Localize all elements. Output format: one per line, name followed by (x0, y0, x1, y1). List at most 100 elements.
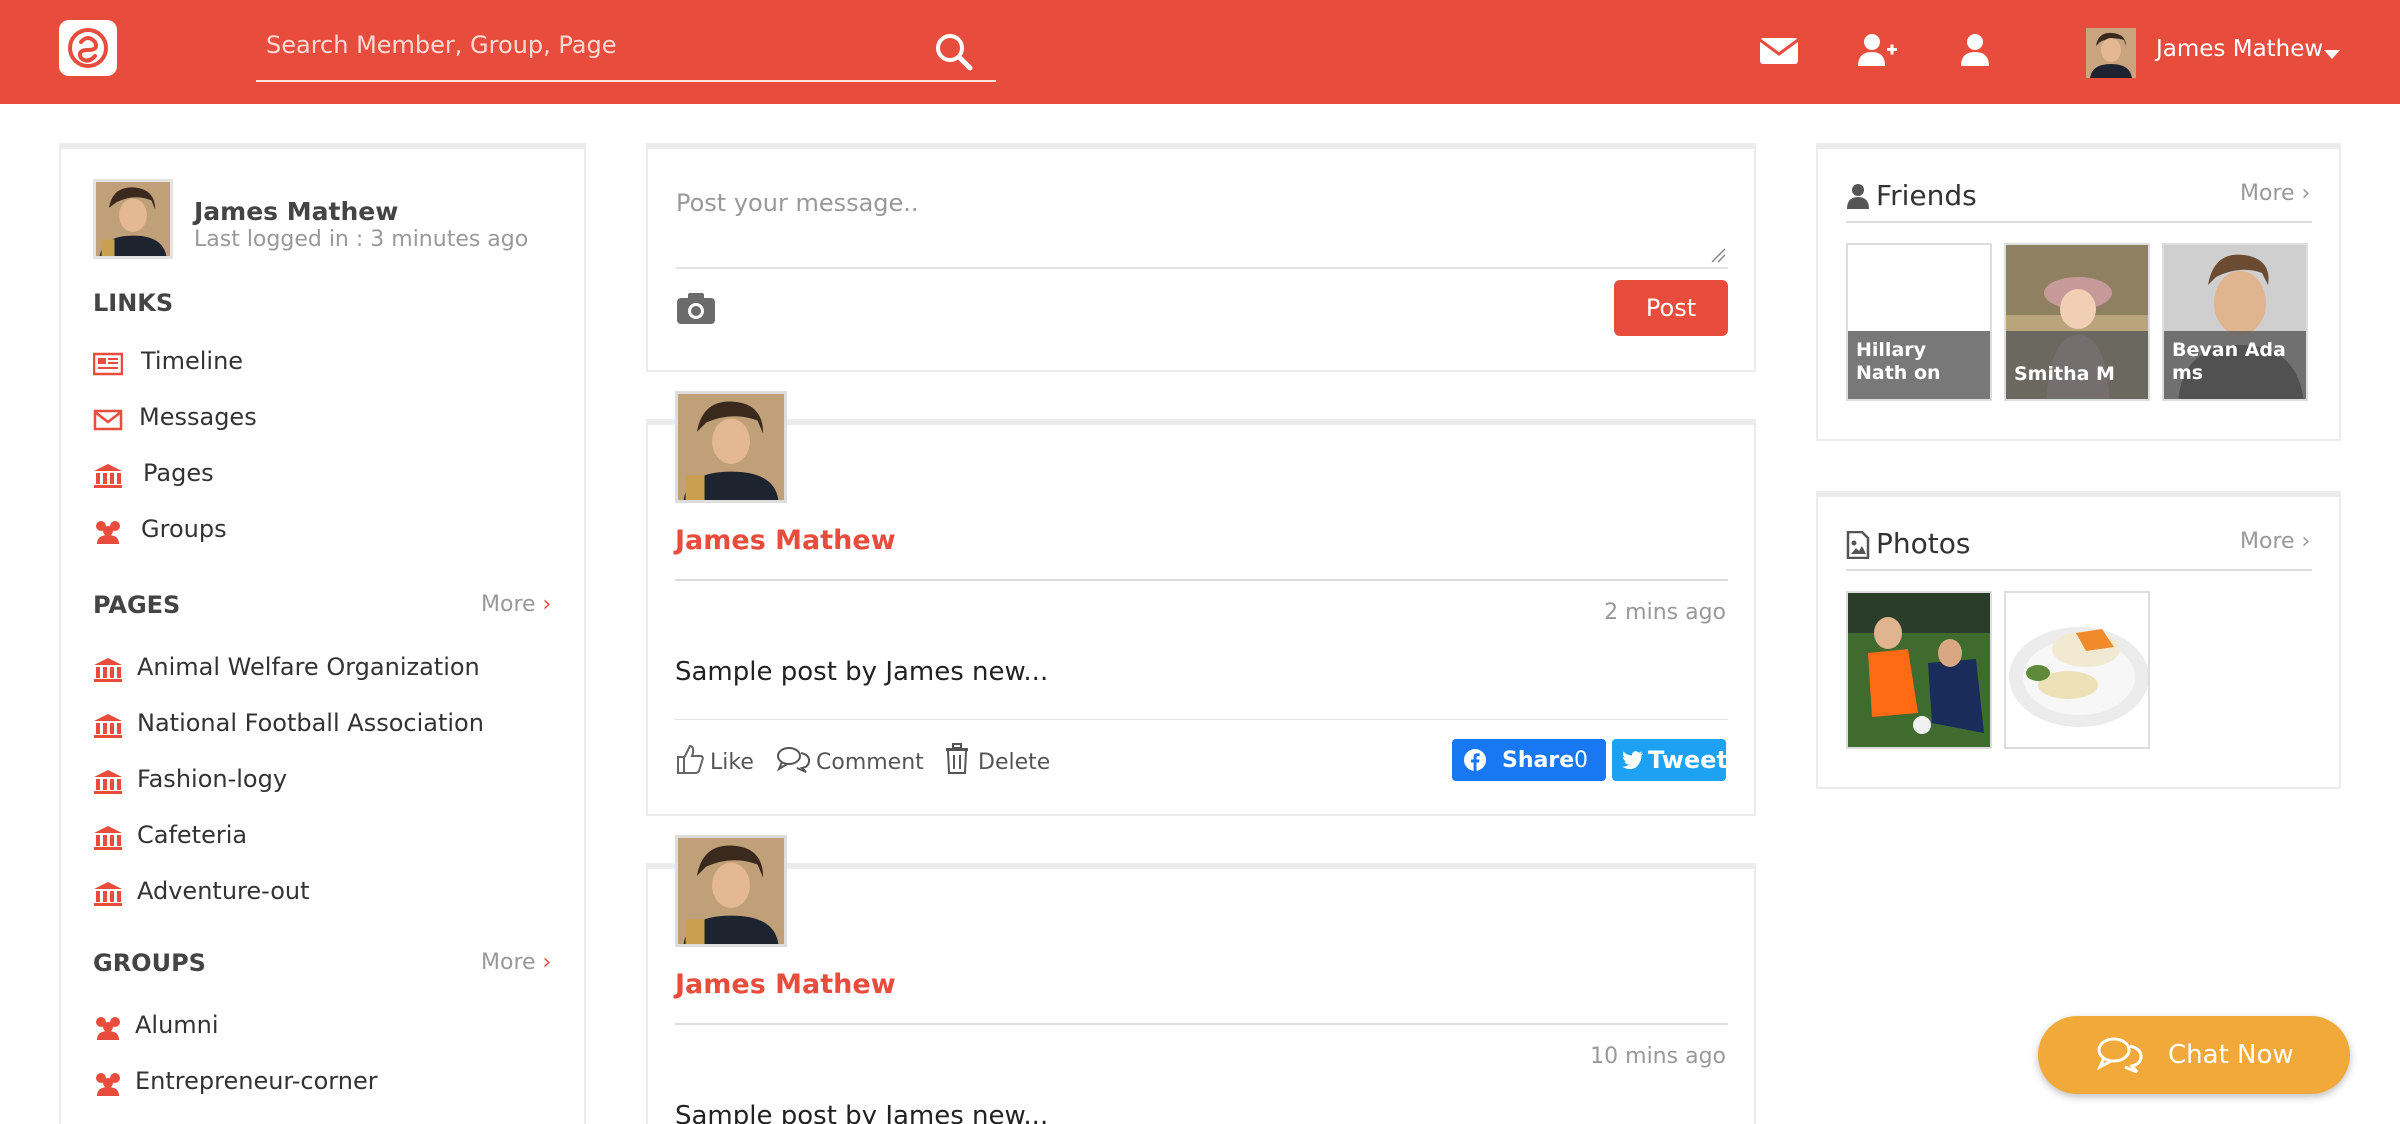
bank-icon (94, 714, 122, 738)
sidebar-item-label: Timeline (141, 347, 244, 375)
post-card: James Mathew 10 mins ago Sample post by … (646, 835, 1756, 1124)
bank-icon (94, 770, 122, 794)
photos-heading: Photos (1876, 527, 1971, 560)
photo-image (2006, 593, 2148, 747)
envelope-icon (93, 409, 123, 431)
profile-name[interactable]: James Mathew (194, 197, 398, 226)
photo-image (1848, 593, 1990, 747)
friends-more-link[interactable]: More › (2240, 181, 2310, 206)
profile-icon[interactable] (1952, 30, 1998, 70)
comment-label: Comment (816, 750, 924, 775)
profile-avatar[interactable] (93, 179, 173, 259)
bank-icon (94, 882, 122, 906)
delete-label: Delete (978, 750, 1051, 775)
chevron-down-icon[interactable] (2324, 50, 2340, 59)
tweet-label: Tweet (1648, 746, 1728, 774)
friends-heading: Friends (1876, 179, 1977, 212)
page-item-label: Adventure-out (137, 877, 310, 905)
sidebar-item-label: Groups (141, 515, 227, 543)
post-timestamp: 10 mins ago (1590, 1044, 1726, 1069)
friend-name: Bevan Ada ms (2164, 331, 2306, 399)
friend-name: Hillary Nath on (1848, 331, 1990, 399)
photo-thumb[interactable] (1846, 591, 1992, 749)
friend-name: Smitha M (2006, 331, 2148, 399)
post-card: James Mathew 2 mins ago Sample post by J… (646, 391, 1756, 816)
user-icon (1847, 184, 1869, 209)
like-button[interactable]: Like (675, 743, 755, 779)
comments-icon (776, 747, 811, 773)
chat-now-button[interactable]: Chat Now (2038, 1016, 2350, 1094)
post-author-name[interactable]: James Mathew (675, 969, 896, 1000)
page-item-label: Fashion-logy (137, 765, 288, 793)
message-textarea[interactable]: Post your message.. (676, 189, 1728, 269)
logo-icon (68, 28, 108, 68)
app-logo[interactable] (59, 20, 117, 76)
top-navbar: Search Member, Group, Page James Mathew (0, 0, 2400, 104)
chat-now-label: Chat Now (2168, 1040, 2294, 1070)
comment-button[interactable]: Comment (776, 743, 926, 779)
post-body: Sample post by James new... (675, 657, 1049, 687)
post-divider (675, 719, 1728, 720)
page-item-label: Animal Welfare Organization (137, 653, 480, 681)
pages-more-link[interactable]: More › (481, 592, 551, 617)
groups-heading: GROUPS (93, 949, 206, 977)
post-composer: Post your message.. Post (646, 143, 1756, 372)
image-file-icon (1846, 531, 1870, 559)
users-icon (96, 521, 120, 544)
camera-icon[interactable] (676, 291, 716, 325)
search-icon[interactable] (932, 30, 976, 74)
friends-widget: Friends More › Hillary Nath on Smitha M … (1816, 143, 2341, 441)
post-body: Sample post by James new... (675, 1101, 1049, 1124)
facebook-icon (1464, 749, 1486, 771)
sidebar-item-label: Pages (143, 459, 214, 487)
users-icon (96, 1073, 120, 1096)
delete-button[interactable]: Delete (944, 743, 1054, 779)
message-placeholder: Post your message.. (676, 189, 919, 217)
links-heading: LINKS (93, 289, 174, 317)
friend-thumb[interactable]: Hillary Nath on (1846, 243, 1992, 401)
search-placeholder: Search Member, Group, Page (266, 31, 617, 59)
post-timestamp: 2 mins ago (1604, 600, 1726, 625)
users-icon (96, 1017, 120, 1040)
share-label: Share (1502, 748, 1575, 773)
user-menu-name[interactable]: James Mathew (2156, 36, 2323, 62)
search-input[interactable]: Search Member, Group, Page (256, 22, 996, 82)
add-friend-icon[interactable] (1854, 30, 1900, 70)
groups-more-link[interactable]: More › (481, 950, 551, 975)
newspaper-icon (93, 352, 123, 376)
post-author-avatar[interactable] (675, 835, 787, 947)
left-sidebar: James Mathew Last logged in : 3 minutes … (59, 143, 586, 1124)
sidebar-item-label: Messages (139, 403, 257, 431)
facebook-share-button[interactable]: Share 0 (1452, 739, 1606, 781)
post-divider (675, 579, 1728, 581)
bank-icon (94, 826, 122, 850)
photos-widget: Photos More › (1816, 491, 2341, 789)
page-item-label: National Football Association (137, 709, 484, 737)
post-divider (675, 1023, 1728, 1025)
friend-thumb[interactable]: Bevan Ada ms (2162, 243, 2308, 401)
photo-thumb[interactable] (2004, 591, 2150, 749)
pages-heading: PAGES (93, 591, 181, 619)
bank-icon (94, 464, 122, 488)
group-item-label: Entrepreneur-corner (135, 1067, 378, 1095)
post-author-name[interactable]: James Mathew (675, 525, 896, 556)
chat-bubbles-icon (2096, 1037, 2143, 1074)
photos-more-link[interactable]: More › (2240, 529, 2310, 554)
twitter-icon (1622, 751, 1643, 769)
friend-thumb[interactable]: Smitha M (2004, 243, 2150, 401)
widget-divider (1846, 569, 2312, 571)
user-avatar[interactable] (2086, 28, 2136, 78)
thumbs-up-icon (677, 744, 704, 774)
post-button[interactable]: Post (1614, 280, 1728, 336)
group-item-label: Alumni (135, 1011, 219, 1039)
widget-divider (1846, 221, 2312, 223)
last-login-status: Last logged in : 3 minutes ago (194, 227, 529, 252)
messages-icon[interactable] (1756, 30, 1802, 70)
trash-icon (946, 743, 968, 774)
like-label: Like (710, 750, 754, 775)
tweet-button[interactable]: Tweet (1612, 739, 1728, 781)
share-count: 0 (1574, 748, 1588, 773)
resize-handle-icon[interactable] (1710, 247, 1726, 263)
post-author-avatar[interactable] (675, 391, 787, 503)
bank-icon (94, 658, 122, 682)
